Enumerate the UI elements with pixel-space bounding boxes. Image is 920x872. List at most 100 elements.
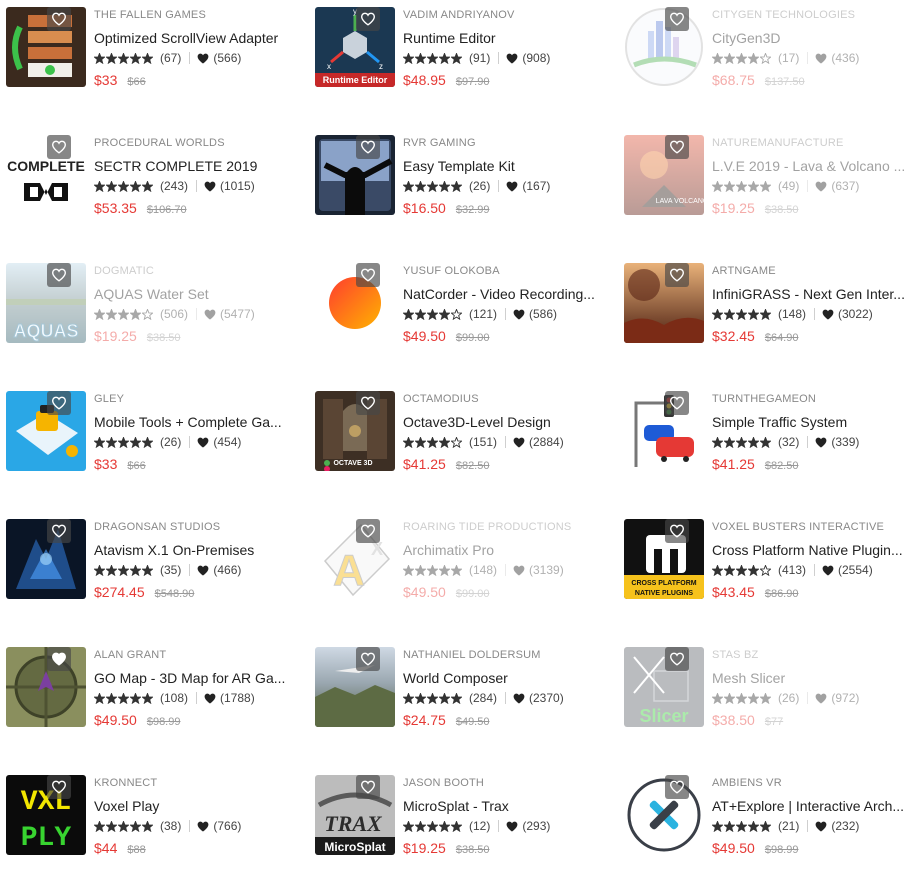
product-card[interactable]: NATHANIEL DOLDERSUM World Composer (284)…	[309, 640, 609, 730]
publisher-link[interactable]: DOGMATIC	[94, 264, 304, 278]
product-card[interactable]: A X ROARING TIDE PRODUCTIONS Archimatix …	[309, 512, 609, 602]
publisher-link[interactable]: TURNTHEGAMEON	[712, 392, 920, 406]
traffic-thumb[interactable]	[624, 391, 704, 471]
runtime-editor-thumb[interactable]: y x z Runtime Editor	[315, 7, 395, 87]
product-card[interactable]: OCTAVE 3D OCTAMODIUS Octave3D-Level Desi…	[309, 384, 609, 474]
publisher-link[interactable]: AMBIENS VR	[712, 776, 920, 790]
product-card[interactable]: y x z Runtime Editor VADIM ANDRIYANOV Ru…	[309, 0, 609, 90]
favorite-button[interactable]	[356, 647, 380, 671]
product-title-link[interactable]: MicroSplat - Trax	[403, 797, 613, 815]
favorite-button[interactable]	[356, 135, 380, 159]
favorite-button[interactable]	[665, 519, 689, 543]
favorite-button[interactable]	[665, 263, 689, 287]
publisher-link[interactable]: GLEY	[94, 392, 304, 406]
product-title-link[interactable]: Voxel Play	[94, 797, 304, 815]
product-title-link[interactable]: Optimized ScrollView Adapter	[94, 29, 304, 47]
product-card[interactable]: THE FALLEN GAMES Optimized ScrollView Ad…	[0, 0, 300, 90]
favorite-button[interactable]	[356, 519, 380, 543]
publisher-link[interactable]: NATHANIEL DOLDERSUM	[403, 648, 613, 662]
favorite-button[interactable]	[47, 775, 71, 799]
favorite-button[interactable]	[47, 391, 71, 415]
publisher-link[interactable]: PROCEDURAL WORLDS	[94, 136, 304, 150]
octave3d-thumb[interactable]: OCTAVE 3D	[315, 391, 395, 471]
voxel-play-thumb[interactable]: VXL PLY	[6, 775, 86, 855]
product-card[interactable]: ALAN GRANT GO Map - 3D Map for AR Ga... …	[0, 640, 300, 730]
product-card[interactable]: COMPLETE PROCEDURAL WORLDS SECTR COMPLET…	[0, 128, 300, 218]
publisher-link[interactable]: VADIM ANDRIYANOV	[403, 8, 613, 22]
favorite-button[interactable]	[47, 263, 71, 287]
gomap-thumb[interactable]	[6, 647, 86, 727]
product-title-link[interactable]: Atavism X.1 On-Premises	[94, 541, 304, 559]
publisher-link[interactable]: OCTAMODIUS	[403, 392, 613, 406]
product-card[interactable]: DRAGONSAN STUDIOS Atavism X.1 On-Premise…	[0, 512, 300, 602]
product-title-link[interactable]: World Composer	[403, 669, 613, 687]
product-card[interactable]: YUSUF OLOKOBA NatCorder - Video Recordin…	[309, 256, 609, 346]
product-title-link[interactable]: Runtime Editor	[403, 29, 613, 47]
product-title-link[interactable]: Mesh Slicer	[712, 669, 920, 687]
product-card[interactable]: VXL PLY KRONNECT Voxel Play (38) (766) $…	[0, 768, 300, 858]
publisher-link[interactable]: KRONNECT	[94, 776, 304, 790]
publisher-link[interactable]: CITYGEN TECHNOLOGIES	[712, 8, 920, 22]
product-card[interactable]: ARTNGAME InfiniGRASS - Next Gen Inter...…	[618, 256, 918, 346]
favorite-button[interactable]	[47, 7, 71, 31]
product-card[interactable]: CITYGEN TECHNOLOGIES CityGen3D (17) (436…	[618, 0, 918, 90]
product-title-link[interactable]: AQUAS Water Set	[94, 285, 304, 303]
favorite-button[interactable]	[47, 647, 71, 671]
product-card[interactable]: TRAX MicroSplat JASON BOOTH MicroSplat -…	[309, 768, 609, 858]
product-title-link[interactable]: GO Map - 3D Map for AR Ga...	[94, 669, 304, 687]
product-title-link[interactable]: L.V.E 2019 - Lava & Volcano ...	[712, 157, 920, 175]
archimatix-thumb[interactable]: A X	[315, 519, 395, 599]
publisher-link[interactable]: ARTNGAME	[712, 264, 920, 278]
citygen-thumb[interactable]	[624, 7, 704, 87]
favorite-button[interactable]	[47, 135, 71, 159]
publisher-link[interactable]: ROARING TIDE PRODUCTIONS	[403, 520, 613, 534]
publisher-link[interactable]: JASON BOOTH	[403, 776, 613, 790]
product-title-link[interactable]: Octave3D-Level Design	[403, 413, 613, 431]
world-composer-thumb[interactable]	[315, 647, 395, 727]
product-title-link[interactable]: AT+Explore | Interactive Arch...	[712, 797, 920, 815]
natcorder-thumb[interactable]	[315, 263, 395, 343]
native-plugins-thumb[interactable]: CROSS PLATFORM NATIVE PLUGINS	[624, 519, 704, 599]
favorite-button[interactable]	[665, 135, 689, 159]
product-card[interactable]: TURNTHEGAMEON Simple Traffic System (32)…	[618, 384, 918, 474]
favorite-button[interactable]	[356, 391, 380, 415]
publisher-link[interactable]: YUSUF OLOKOBA	[403, 264, 613, 278]
at-explore-thumb[interactable]	[624, 775, 704, 855]
product-title-link[interactable]: Easy Template Kit	[403, 157, 613, 175]
scrollview-thumb[interactable]	[6, 7, 86, 87]
atavism-thumb[interactable]	[6, 519, 86, 599]
publisher-link[interactable]: STAS BZ	[712, 648, 920, 662]
product-card[interactable]: LAVA VOLCANO NATUREMANUFACTURE L.V.E 201…	[618, 128, 918, 218]
template-kit-thumb[interactable]	[315, 135, 395, 215]
mobile-tools-thumb[interactable]	[6, 391, 86, 471]
publisher-link[interactable]: THE FALLEN GAMES	[94, 8, 304, 22]
product-card[interactable]: CROSS PLATFORM NATIVE PLUGINS VOXEL BUST…	[618, 512, 918, 602]
microsplat-thumb[interactable]: TRAX MicroSplat	[315, 775, 395, 855]
publisher-link[interactable]: ALAN GRANT	[94, 648, 304, 662]
favorite-button[interactable]	[665, 391, 689, 415]
product-title-link[interactable]: Cross Platform Native Plugin...	[712, 541, 920, 559]
sectr-thumb[interactable]: COMPLETE	[6, 135, 86, 215]
product-title-link[interactable]: Archimatix Pro	[403, 541, 613, 559]
publisher-link[interactable]: DRAGONSAN STUDIOS	[94, 520, 304, 534]
publisher-link[interactable]: RVR GAMING	[403, 136, 613, 150]
lava-thumb[interactable]: LAVA VOLCANO	[624, 135, 704, 215]
infinigrass-thumb[interactable]	[624, 263, 704, 343]
favorite-button[interactable]	[47, 519, 71, 543]
product-title-link[interactable]: Simple Traffic System	[712, 413, 920, 431]
favorite-button[interactable]	[356, 775, 380, 799]
product-card[interactable]: Slicer STAS BZ Mesh Slicer (26) (972) $3…	[618, 640, 918, 730]
favorite-button[interactable]	[356, 7, 380, 31]
favorite-button[interactable]	[665, 775, 689, 799]
publisher-link[interactable]: NATUREMANUFACTURE	[712, 136, 920, 150]
mesh-slicer-thumb[interactable]: Slicer	[624, 647, 704, 727]
product-card[interactable]: AQUAS DOGMATIC AQUAS Water Set (506) (54	[0, 256, 300, 346]
aquas-thumb[interactable]: AQUAS	[6, 263, 86, 343]
product-card[interactable]: AMBIENS VR AT+Explore | Interactive Arch…	[618, 768, 918, 858]
product-title-link[interactable]: SECTR COMPLETE 2019	[94, 157, 304, 175]
favorite-button[interactable]	[356, 263, 380, 287]
favorite-button[interactable]	[665, 7, 689, 31]
product-card[interactable]: RVR GAMING Easy Template Kit (26) (167) …	[309, 128, 609, 218]
product-title-link[interactable]: Mobile Tools + Complete Ga...	[94, 413, 304, 431]
product-title-link[interactable]: CityGen3D	[712, 29, 920, 47]
